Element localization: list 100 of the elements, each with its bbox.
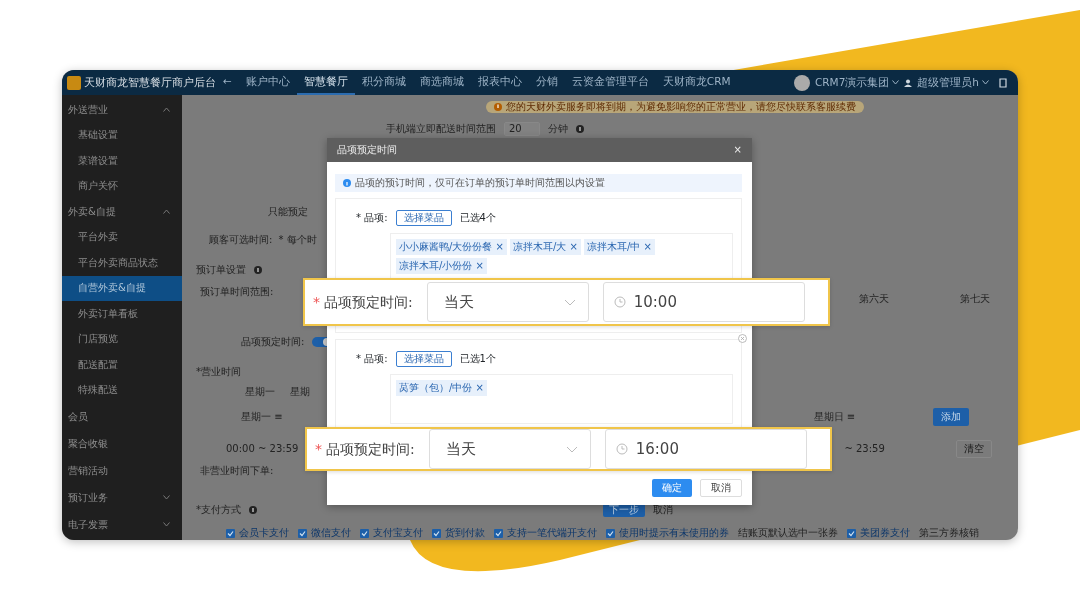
dish-tag[interactable]: 凉拌木耳/大 × [509,239,581,255]
checkbox[interactable] [432,528,441,538]
field-label: 顾客可选时间: [209,234,273,246]
selected-count: 已选4个 [459,212,496,224]
checkbox[interactable] [494,528,503,538]
day-select[interactable]: 当天 [428,429,591,469]
day-label: 第七天 [960,293,991,305]
sidebar-group[interactable]: 外卖&自提 [62,199,182,225]
cancel-link[interactable]: 取消 [653,504,673,516]
nav-tab[interactable]: 智慧餐厅 [296,70,355,95]
chevron-down-icon [163,522,170,527]
info-text: 品项的预订时间，仅可在订单的预订单时间范围以内设置 [355,177,605,189]
nav-tab[interactable]: 商选商城 [412,70,471,95]
payment-label: 使用时提示有未使用的券 [619,527,729,539]
chevron-down-icon [892,80,900,85]
clock-icon [615,443,628,455]
dish-tag[interactable]: 莴笋（包）/中份 × [396,380,487,396]
sidebar-group[interactable]: 会员 [62,403,182,430]
sidebar-item[interactable]: 外卖订单看板 [62,301,182,327]
slot-time: 00:00 ~ 23:59 [226,443,299,455]
field-label: 品项预定时间: [241,336,305,348]
nav-tab[interactable]: 云资金管理平台 [564,70,656,95]
checkbox[interactable] [298,528,307,538]
chevron-down-icon [563,298,576,306]
number-field[interactable]: 20 [504,122,540,136]
select-dish-button[interactable]: 选择菜品 [395,210,452,226]
dish-tag[interactable]: 小小麻酱鸭/大份份餐 × [396,239,507,255]
checkbox[interactable] [606,528,615,538]
field-label: 只能预定 [268,206,308,218]
required-mark: * [315,440,322,458]
dish-tag[interactable]: 凉拌木耳/中 × [583,239,655,255]
payment-label: 会员卡支付 [239,527,289,539]
chevron-down-icon [565,445,578,453]
sidebar-group[interactable]: 营销活动 [62,457,182,484]
day-label: 第六天 [859,293,890,305]
field-label: * 品项: [356,353,388,365]
unit-label: 分钟 [548,123,568,135]
slot-time: ~ 23:59 [844,443,885,455]
nav-tab[interactable]: 报表中心 [470,70,529,95]
payment-label: 微信支付 [311,527,351,539]
app-title: 天财商龙智慧餐厅商户后台 [84,76,216,89]
nav-tab[interactable]: 积分商城 [354,70,413,95]
checkbox[interactable] [847,528,856,538]
clock-icon [613,296,626,308]
payment-label: 支持一笔代端开支付 [507,527,597,539]
sidebar-group[interactable]: 外送营业 [62,97,182,123]
select-dish-button[interactable]: 选择菜品 [395,351,452,367]
confirm-button[interactable]: 确定 [652,479,692,497]
field-label: 品项预定时间: [324,293,413,311]
checkbox[interactable] [226,528,235,538]
weekday-label: 星期 [290,386,310,398]
user-dropdown[interactable]: 超级管理员h [912,76,994,89]
sidebar-item[interactable]: 基础设置 [62,122,182,148]
field-label: 手机端立即配送时间范围 [386,123,496,135]
back-link[interactable]: ← [216,70,239,95]
clear-button[interactable]: 清空 [955,440,992,458]
payment-label: 第三方券核销 [919,527,979,539]
payment-label: 美团券支付 [860,527,910,539]
chevron-down-icon [982,80,989,85]
question-icon [254,266,262,274]
sidebar-item[interactable]: 菜谱设置 [62,148,182,174]
time-picker[interactable]: 10:00 [602,282,805,322]
chevron-up-icon [163,107,170,113]
field-label: * 品项: [356,212,388,224]
exit-icon[interactable] [998,77,1008,88]
notice-text: 您的天财外卖服务即将到期，为避免影响您的正常营业，请您尽快联系客服续费 [486,101,864,113]
time-picker[interactable]: 16:00 [604,429,807,469]
slot-day: 星期日 ≡ [813,411,856,423]
field-value: * 每个时 [278,234,317,246]
question-icon [249,506,257,514]
alert-icon [494,103,502,111]
field-label: 品项预定时间: [326,440,415,458]
section-title: *营业时间 [196,366,241,378]
sidebar-item[interactable]: 平台外卖商品状态 [62,250,182,276]
info-icon [343,179,351,187]
sidebar-item[interactable]: 配送配置 [62,352,182,378]
checkbox[interactable] [360,528,369,538]
day-select[interactable]: 当天 [426,282,589,322]
section-title: 预订单设置 [196,264,246,276]
nav-tab[interactable]: 天财商龙CRM [655,70,738,95]
avatar-icon [793,74,810,91]
sidebar-group[interactable]: 电子发票 [62,511,182,538]
sidebar-item[interactable]: 商户关怀 [62,173,182,199]
dish-tag[interactable]: 凉拌木耳/小份份 × [396,258,487,274]
dialog-title: 品项预定时间 [337,144,397,156]
nav-tab[interactable]: 分销 [528,70,565,95]
sidebar-group[interactable]: 预订业务 [62,484,182,511]
close-button[interactable]: × [733,144,742,156]
group-dropdown[interactable]: CRM7演示集团 [809,76,905,89]
sidebar-group[interactable]: 聚合收银 [62,430,182,457]
nav-tab[interactable]: 账户中心 [238,70,297,95]
sidebar-item[interactable]: 平台外卖 [62,224,182,250]
cancel-button[interactable]: 取消 [700,479,742,497]
sidebar-item[interactable]: 特殊配送 [62,377,182,403]
chevron-down-icon [163,495,170,500]
add-button[interactable]: 添加 [933,408,970,426]
payment-label: 支付宝支付 [373,527,423,539]
sidebar-item[interactable]: 门店预览 [62,326,182,352]
chevron-up-icon [163,209,170,215]
sidebar-item[interactable]: 自营外卖&自提 [62,275,182,301]
